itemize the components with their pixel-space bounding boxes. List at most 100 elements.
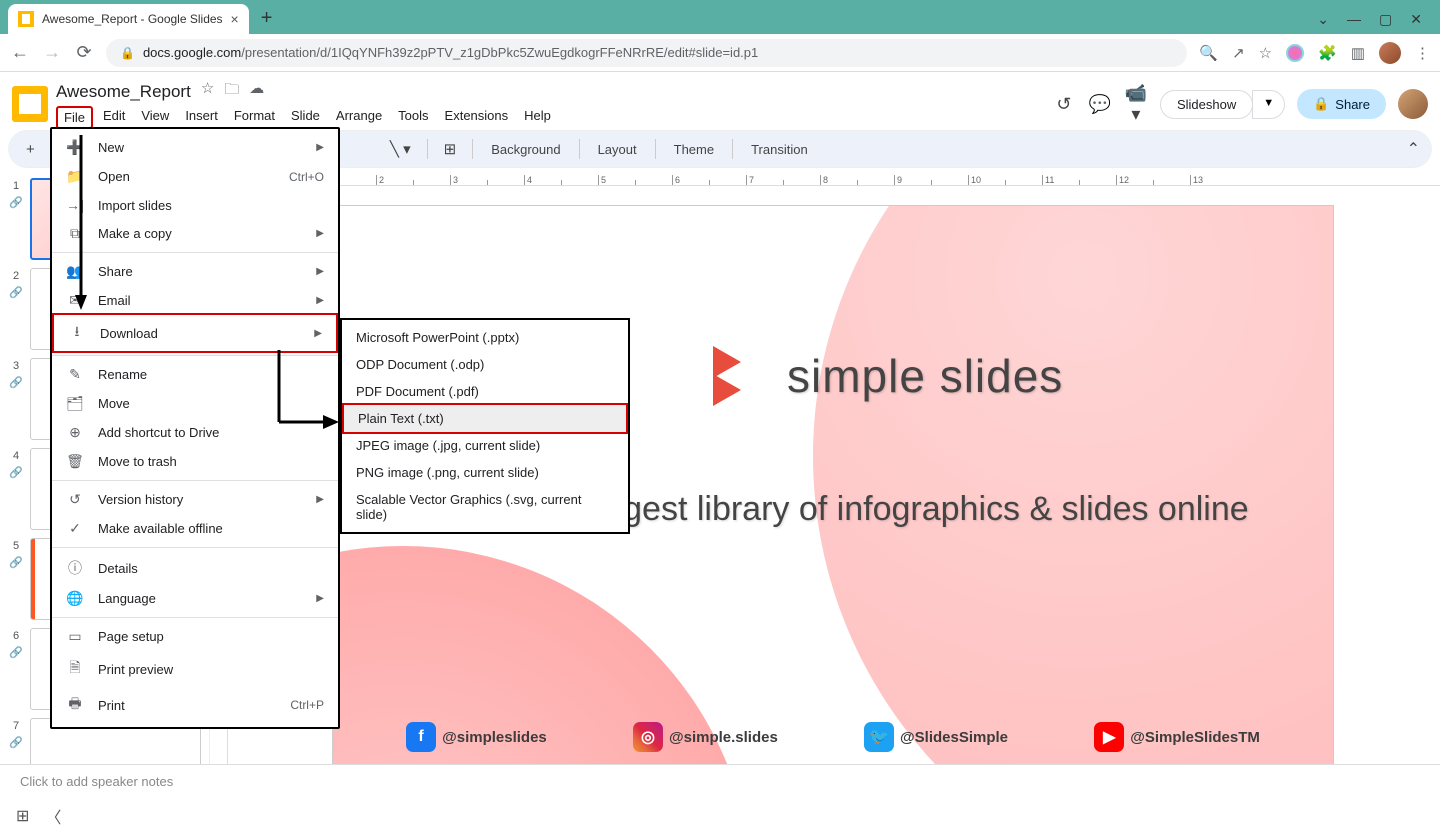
slide-link-icon: 🔗	[9, 196, 23, 209]
forward-button[interactable]: →	[42, 42, 62, 63]
download-option[interactable]: JPEG image (.jpg, current slide)	[342, 432, 628, 459]
file-menu-move-to-trash[interactable]: 🗑 Move to trash	[52, 447, 338, 476]
account-avatar[interactable]	[1398, 89, 1428, 119]
layout-button[interactable]: Layout	[590, 138, 645, 161]
window-maximize-icon[interactable]: ▢	[1379, 11, 1392, 28]
cloud-status-icon[interactable]: ☁	[249, 79, 264, 104]
menu-item-label: Print	[98, 698, 276, 713]
reload-button[interactable]: ⟳	[74, 42, 94, 63]
share-url-icon[interactable]: ↗	[1232, 44, 1245, 62]
new-tab-button[interactable]: +	[261, 7, 273, 30]
download-submenu: Microsoft PowerPoint (.pptx)ODP Document…	[340, 318, 630, 534]
download-option[interactable]: PDF Document (.pdf)	[342, 378, 628, 405]
browser-tab[interactable]: Awesome_Report - Google Slides ×	[8, 4, 249, 34]
file-menu-download[interactable]: ⭳Download▶	[52, 313, 338, 353]
window-minimize-icon[interactable]: ―	[1347, 11, 1361, 28]
background-button[interactable]: Background	[483, 138, 568, 161]
download-option[interactable]: ODP Document (.odp)	[342, 351, 628, 378]
menu-file[interactable]: File	[56, 106, 93, 129]
background-shape	[813, 206, 1333, 764]
menu-arrange[interactable]: Arrange	[330, 106, 388, 129]
menu-help[interactable]: Help	[518, 106, 557, 129]
explore-icon[interactable]: ⊞	[16, 806, 29, 826]
tab-close-icon[interactable]: ×	[231, 11, 239, 27]
ruler-tick	[709, 180, 746, 185]
menu-tools[interactable]: Tools	[392, 106, 434, 129]
bookmark-icon[interactable]: ☆	[1259, 44, 1272, 62]
slide-number: 4	[13, 450, 19, 462]
share-button[interactable]: 🔒 Share	[1297, 89, 1386, 119]
ruler-tick: 3	[450, 175, 487, 185]
menu-view[interactable]: View	[135, 106, 175, 129]
file-menu-make-available-offline[interactable]: ✓ Make available offline	[52, 514, 338, 543]
theme-button[interactable]: Theme	[666, 138, 722, 161]
extensions-puzzle-icon[interactable]: 🧩	[1318, 44, 1337, 62]
lock-share-icon: 🔒	[1313, 96, 1329, 112]
toolbar-expand-icon[interactable]: ⌃	[1407, 139, 1420, 159]
submenu-arrow-icon: ▶	[316, 593, 324, 604]
slides-logo-icon[interactable]	[12, 86, 48, 122]
history-icon[interactable]: ↺	[1052, 94, 1076, 115]
menu-separator	[52, 547, 338, 548]
bottom-bar: ⊞ 〈	[0, 798, 1440, 834]
window-dropdown-icon[interactable]: ⌄	[1317, 11, 1329, 28]
download-option[interactable]: Scalable Vector Graphics (.svg, current …	[342, 486, 628, 528]
window-close-icon[interactable]: ✕	[1410, 11, 1422, 28]
file-menu-language[interactable]: 🌐Language▶	[52, 584, 338, 613]
fb-handle: @simpleslides	[442, 729, 547, 746]
menu-extensions[interactable]: Extensions	[439, 106, 515, 129]
file-menu-details[interactable]: ⓘDetails	[52, 552, 338, 584]
slideshow-caret-button[interactable]: ▼	[1252, 90, 1285, 119]
star-icon[interactable]: ☆	[201, 79, 214, 104]
file-menu-version-history[interactable]: ↺Version history▶	[52, 485, 338, 514]
extension-icon[interactable]	[1286, 44, 1304, 62]
slideshow-button[interactable]: Slideshow	[1160, 90, 1253, 119]
slide-number: 7	[13, 720, 19, 732]
back-button[interactable]: ←	[10, 42, 30, 63]
ruler-tick	[635, 180, 672, 185]
menu-slide[interactable]: Slide	[285, 106, 326, 129]
menu-item-icon: ⭳	[68, 321, 86, 345]
menu-item-icon: 🗑	[66, 453, 84, 470]
menu-format[interactable]: Format	[228, 106, 281, 129]
file-menu-print[interactable]: 🖶PrintCtrl+P	[52, 687, 338, 723]
chrome-menu-icon[interactable]: ⋮	[1415, 44, 1430, 62]
file-menu-page-setup[interactable]: ▭Page setup	[52, 622, 338, 651]
download-option[interactable]: Plain Text (.txt)	[342, 403, 628, 434]
ruler-tick: 6	[672, 175, 709, 185]
menu-item-icon: ✓	[66, 520, 84, 537]
zoom-icon[interactable]: 🔍	[1199, 44, 1218, 62]
app-header: Awesome_Report ☆ 🗀 ☁ FileEditViewInsertF…	[0, 72, 1440, 130]
menu-insert[interactable]: Insert	[179, 106, 224, 129]
menu-item-label: Details	[98, 561, 324, 576]
move-folder-icon[interactable]: 🗀	[224, 79, 239, 104]
new-slide-button[interactable]: +	[20, 137, 41, 162]
download-option[interactable]: PNG image (.png, current slide)	[342, 459, 628, 486]
transition-button[interactable]: Transition	[743, 138, 816, 161]
sidepanel-icon[interactable]: ▥	[1351, 44, 1365, 62]
ruler-tick: 9	[894, 175, 931, 185]
instagram-icon: ◎	[633, 722, 663, 752]
menu-item-label: New	[98, 140, 302, 155]
download-option[interactable]: Microsoft PowerPoint (.pptx)	[342, 324, 628, 351]
submenu-arrow-icon: ▶	[316, 266, 324, 277]
speaker-notes[interactable]: Click to add speaker notes	[0, 764, 1440, 798]
url-input[interactable]: 🔒 docs.google.com/presentation/d/1IQqYNF…	[106, 39, 1187, 67]
menu-item-label: Make available offline	[98, 521, 324, 536]
document-title[interactable]: Awesome_Report	[56, 82, 191, 102]
comments-icon[interactable]: 💬	[1088, 94, 1112, 115]
line-caret[interactable]: ╲ ▾	[384, 136, 417, 162]
profile-avatar[interactable]	[1379, 42, 1401, 64]
slide-link-icon: 🔗	[9, 376, 23, 389]
menu-item-label: Open	[98, 169, 275, 184]
file-menu-print-preview[interactable]: 🗎Print preview	[52, 651, 338, 687]
slide-logo-block: simple slides	[713, 346, 1063, 406]
slide-link-icon: 🔗	[9, 646, 23, 659]
simpleslides-mark-icon	[713, 346, 773, 406]
meet-icon[interactable]: 📹▾	[1124, 83, 1148, 125]
menu-edit[interactable]: Edit	[97, 106, 131, 129]
collapse-panel-icon[interactable]: 〈	[45, 804, 61, 828]
menu-item-label: Move to trash	[98, 454, 324, 469]
share-label: Share	[1335, 97, 1370, 112]
textbox-button[interactable]: ⊞	[438, 136, 463, 162]
